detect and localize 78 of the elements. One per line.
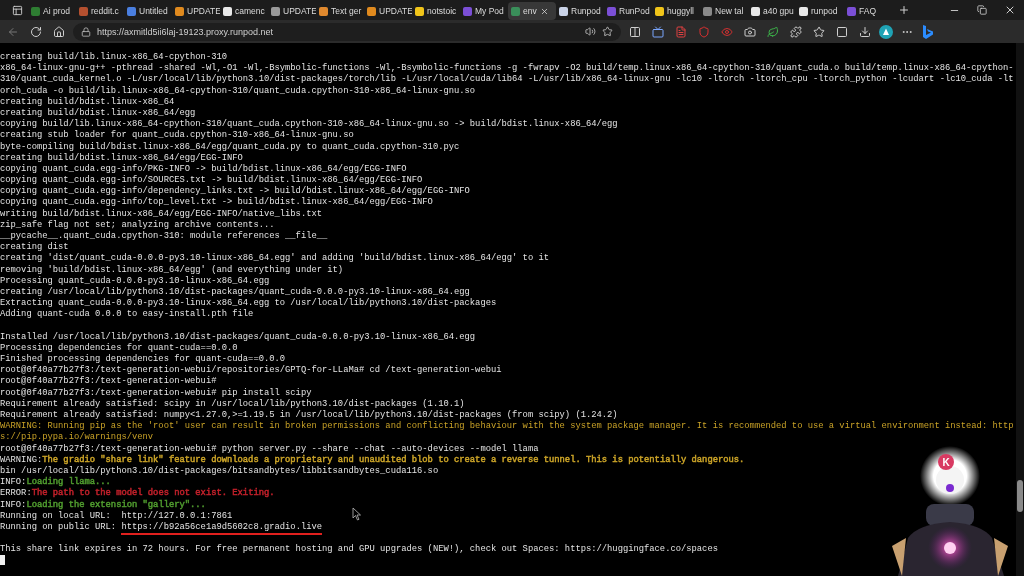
terminal-line: 310/quant_cuda_kernel.o -L/usr/local/lib/python3.10/dist-packages/torch/lib -L/usr/local/cuda/lib64 -L/usr/lib/x86_64-linux-gnu -lc10 -ltorch -ltorch_cpu -ltorch_python -lcudart -lc10_cuda -lt <box>0 74 1015 86</box>
browser-tab[interactable]: Runpod <box>556 2 604 20</box>
url-label: Running on public URL: <box>0 521 118 532</box>
browser-tab[interactable]: UPDATE <box>172 2 220 20</box>
warning-line: WARNING: Running pip as the 'root' user can result in broken permissions and conflicting behaviour with the system package manager. It is recommended to use a virtual environment instead: http <box>0 421 1015 432</box>
browser-tab[interactable]: UPDATE <box>364 2 412 20</box>
terminal-line: creating dist <box>0 242 70 253</box>
log-level: INFO: <box>0 499 27 510</box>
browser-tab[interactable]: env <box>508 2 556 20</box>
speaker-icon[interactable] <box>585 26 596 37</box>
terminal-line: creating stub loader for quant_cuda.cpython-310-x86_64-linux-gnu.so <box>0 130 355 142</box>
terminal-line: Requirement already satisfied: numpy<1.27.0,>=1.19.5 in /usr/local/lib/python3.10/dist-packages (from scipy) (1.24.2) <box>0 410 619 421</box>
lock-icon <box>81 26 91 37</box>
terminal-line: creating 'dist/quant_cuda-0.0.0-py3.10-linux-x86_64.egg' and adding 'build/bdist.linux-x86_64/egg' to it <box>0 253 550 265</box>
browser-tab[interactable]: camenc <box>220 2 268 20</box>
terminal-line: creating /usr/local/lib/python3.10/dist-packages/quant_cuda-0.0.0-py3.10-linux-x86_64.egg <box>0 286 471 298</box>
log-message: Loading llama... <box>26 477 111 488</box>
browser-tab[interactable]: FAQ <box>844 2 892 20</box>
terminal-line: copying quant_cuda.egg-info/SOURCES.txt -> build/bdist.linux-x86_64/egg/EGG-INFO <box>0 175 424 186</box>
log-level: INFO: <box>0 477 27 488</box>
log-level: WARNING: <box>0 454 43 465</box>
terminal-line: byte-compiling build/bdist.linux-x86_64/egg/quant_cuda.py to quant_cuda.cpython-310.pyc <box>0 141 461 153</box>
favorite-icon[interactable] <box>602 26 613 37</box>
warning-line: s://pip.pypa.io/warnings/venv <box>0 432 155 444</box>
terminal-line: root@0f40a77b27f3:/text-generation-webui# pip install scipy <box>0 387 313 399</box>
browser-tab[interactable]: Untitled <box>124 2 172 20</box>
terminal-line: Processing quant_cuda-0.0.0-py3.10-linux-x86_64.egg <box>0 275 271 287</box>
log-message: The path to the model does not exist. Exiting. <box>31 488 275 499</box>
server-url: https://b92a56ce1a9d5602c8.gradio.live <box>121 521 323 535</box>
terminal-line: creating build/lib.linux-x86_64-cpython-310 <box>0 52 228 63</box>
browser-tab[interactable]: New tal <box>700 2 748 20</box>
browser-tab[interactable]: UPDATE <box>268 2 316 20</box>
terminal-line: zip_safe flag not set; analyzing archive contents... <box>0 219 276 231</box>
log-message: Loading the extension "gallery"... <box>26 499 206 510</box>
copilot-icon[interactable] <box>921 23 935 40</box>
browser-tab[interactable]: a40 gpu <box>748 2 796 20</box>
terminal-line: Adding quant-cuda 0.0.0 to easy-install.pth file <box>0 309 255 321</box>
terminal-line: creating build/bdist.linux-x86_64/egg/EGG-INFO <box>0 152 244 164</box>
terminal-line: copying quant_cuda.egg-info/top_level.txt -> build/bdist.linux-x86_64/egg/EGG-INFO <box>0 197 434 209</box>
browser-tab[interactable]: Ai prod <box>28 2 76 20</box>
terminal-line: copying build/lib.linux-x86_64-cpython-310/quant_cuda.cpython-310-x86_64-linux-gnu.so -> build/bdist.linux-x86_64/egg <box>0 119 619 130</box>
terminal-line: This share link expires in 72 hours. For free permanent hosting and GPU upgrades (NEW!), check out Spaces: https://huggingface.co/spaces <box>0 544 719 556</box>
terminal-line: creating build/bdist.linux-x86_64 <box>0 96 176 108</box>
address-field[interactable]: https://axmitld5ii6laj-19123.proxy.runpod.net <box>73 22 621 41</box>
terminal-line: root@0f40a77b27f3:/text-generation-webui/repositories/GPTQ-for-LLaMa# cd /text-generation-webui <box>0 365 503 376</box>
terminal-line: x86_64-linux-gnu-g++ -pthread -shared -Wl,-O1 -Wl,-Bsymbolic-functions -Wl,-Bsymbolic-functions -g -fwrapv -O2 build/temp.linux-x86_64-cpython-310/quant_cuda.o build/temp.linux-x86_64-cpython- <box>0 63 1015 74</box>
terminal-line: Finished processing dependencies for quant-cuda==0.0.0 <box>0 354 287 365</box>
terminal-line: bin /usr/local/lib/python3.10/dist-packages/bitsandbytes/libbitsandbytes_cuda116.so <box>0 465 440 477</box>
profile-icon[interactable] <box>879 24 893 39</box>
terminal-line: creating build/bdist.linux-x86_64/egg <box>0 107 197 119</box>
terminal-line: copying quant_cuda.egg-info/dependency_links.txt -> build/bdist.linux-x86_64/egg/EGG-INFO <box>0 186 471 197</box>
terminal-line: Installed /usr/local/lib/python3.10/dist-packages/quant_cuda-0.0.0-py3.10-linux-x86_64.egg <box>0 331 477 343</box>
close-icon[interactable] <box>539 6 549 16</box>
log-message: The gradio "share link" feature downloads a proprietary and unaudited blob to create a reverse tunnel. This is potentially dangerous. <box>42 454 745 465</box>
browser-tab[interactable]: notstoic <box>412 2 460 20</box>
browser-tab[interactable]: reddit.c <box>76 2 124 20</box>
terminal-line: root@0f40a77b27f3:/text-generation-webui# python server.py --share --chat --auto-devices --model llama <box>0 443 540 455</box>
url-label: Running on local URL: <box>0 510 112 521</box>
terminal-line: copying quant_cuda.egg-info/PKG-INFO -> build/bdist.linux-x86_64/egg/EGG-INFO <box>0 163 408 175</box>
terminal-line: Processing dependencies for quant-cuda==0.0.0 <box>0 342 239 354</box>
scrollbar[interactable] <box>1016 43 1024 576</box>
browser-tab[interactable]: runpod <box>796 2 844 20</box>
browser-tab[interactable]: My Pod <box>460 2 508 20</box>
terminal-line: Requirement already satisfied: scipy in /usr/local/lib/python3.10/dist-packages (1.10.1) <box>0 398 466 410</box>
terminal-line: orch_cuda -o build/lib.linux-x86_64-cpython-310/quant_cuda.cpython-310-x86_64-linux-gnu.so <box>0 85 477 97</box>
browser-tab[interactable]: huggyll <box>652 2 700 20</box>
terminal-line: Extracting quant_cuda-0.0.0-py3.10-linux-x86_64.egg to /usr/local/lib/python3.10/dist-packages <box>0 298 498 309</box>
terminal-line: root@0f40a77b27f3:/text-generation-webui# <box>0 376 218 388</box>
browser-tab[interactable]: RunPod <box>604 2 652 20</box>
browser-tab[interactable]: Text ger <box>316 2 364 20</box>
server-url: http://127.0.0.1:7861 <box>121 510 233 522</box>
avatar-letter: K <box>942 456 950 468</box>
terminal-line: writing build/bdist.linux-x86_64/egg/EGG-INFO/native_libs.txt <box>0 208 324 220</box>
mouse-pointer-icon <box>352 507 362 521</box>
terminal-line: __pycache__.quant_cuda.cpython-310: module references __file__ <box>0 231 329 242</box>
log-level: ERROR: <box>0 488 32 499</box>
terminal-line: removing 'build/bdist.linux-x86_64/egg' (and everything under it) <box>0 264 345 276</box>
terminal-cursor <box>0 555 5 566</box>
